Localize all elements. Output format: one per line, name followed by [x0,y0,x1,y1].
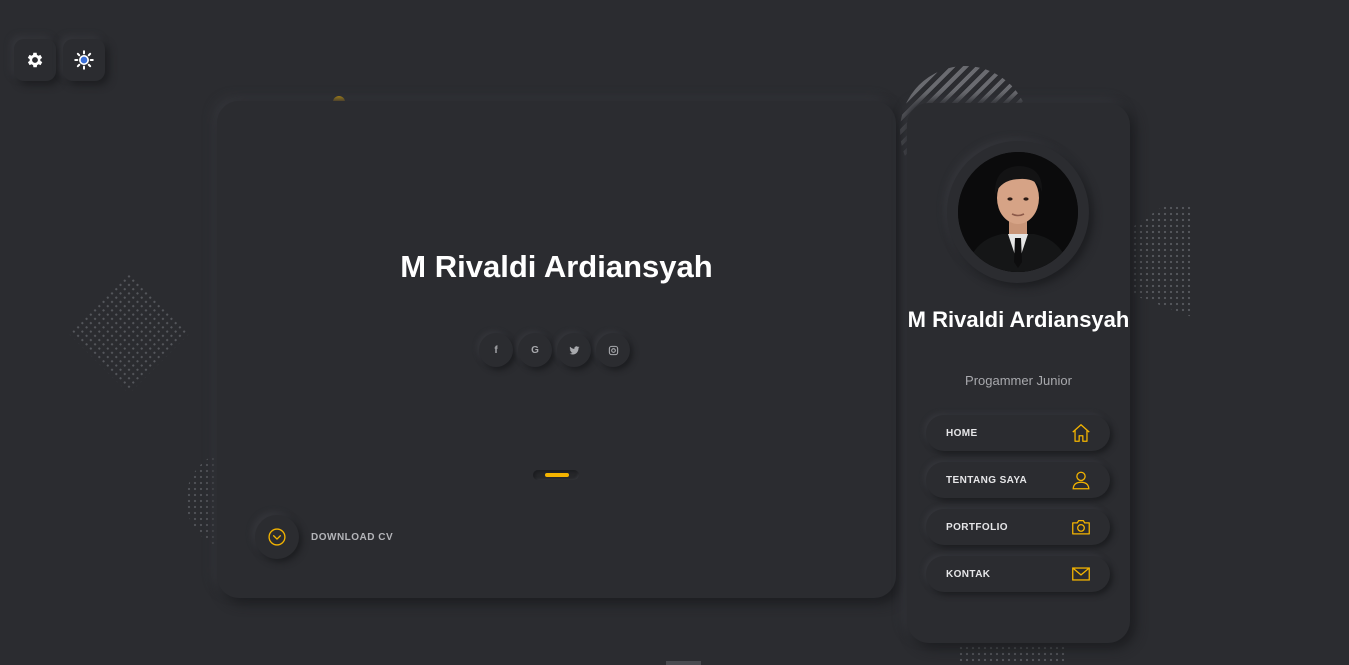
google-icon: G [531,344,539,356]
nav-item-label: PORTFOLIO [946,521,1008,533]
slide-indicator-active [545,473,569,477]
profile-card: M Rivaldi Ardiansyah Progammer Junior HO… [907,103,1130,643]
theme-toggle-button[interactable] [63,39,105,81]
download-cv-label[interactable]: DOWNLOAD CV [311,532,393,543]
facebook-link[interactable]: f [479,333,513,367]
nav-menu: HOME TENTANG SAYA PORTFOLIO KONTAK [926,415,1110,603]
camera-icon [1070,516,1092,538]
twitter-link[interactable] [557,333,591,367]
page: M Rivaldi Ardiansyah f G DOWNLOAD CV M R… [0,0,1349,665]
nav-item-label: HOME [946,427,978,439]
dot-pattern-decoration-right [1132,205,1192,317]
sun-icon [74,50,94,70]
google-link[interactable]: G [518,333,552,367]
dot-pattern-decoration [68,272,190,394]
profile-name: M Rivaldi Ardiansyah [907,307,1130,332]
nav-item-portfolio[interactable]: PORTFOLIO [926,509,1110,545]
settings-button[interactable] [14,39,56,81]
user-icon [1070,469,1092,491]
hero-card: M Rivaldi Ardiansyah f G DOWNLOAD CV [217,101,896,598]
dot-pattern-decoration-bottom [958,645,1066,665]
nav-item-label: KONTAK [946,568,991,580]
avatar-frame [947,141,1089,283]
social-links: f G [479,333,630,367]
instagram-icon [608,345,618,355]
twitter-icon [568,345,580,354]
slide-indicator[interactable] [533,470,579,480]
nav-item-kontak[interactable]: KONTAK [926,556,1110,592]
download-cv-button[interactable]: DOWNLOAD CV [255,515,393,559]
instagram-link[interactable] [596,333,630,367]
profile-role: Progammer Junior [965,373,1072,388]
hero-name: M Rivaldi Ardiansyah [400,249,713,284]
chevron-down-circle-icon [268,528,286,546]
nav-item-label: TENTANG SAYA [946,474,1028,486]
avatar [958,152,1078,272]
download-circle[interactable] [255,515,299,559]
scroll-indicator [666,661,701,665]
facebook-icon: f [494,344,498,356]
home-icon [1070,422,1092,444]
nav-item-tentang-saya[interactable]: TENTANG SAYA [926,462,1110,498]
mail-icon [1070,563,1092,585]
gear-icon [27,52,43,68]
profile-photo [958,152,1078,272]
nav-item-home[interactable]: HOME [926,415,1110,451]
